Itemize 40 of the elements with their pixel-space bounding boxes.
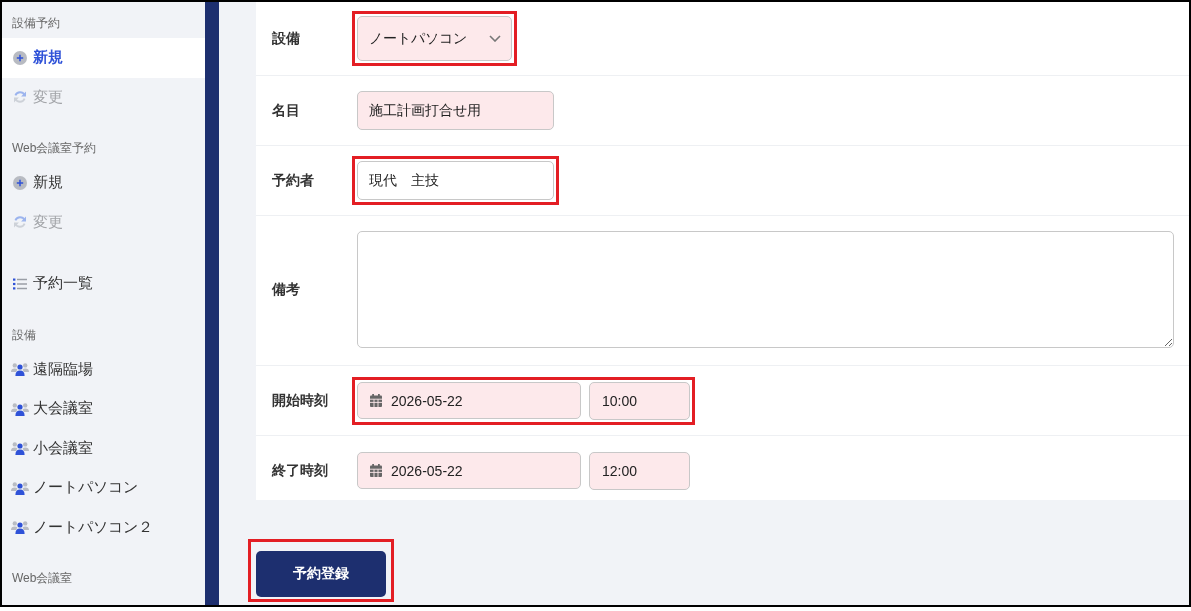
sidebar-heading: Web会議室 — [11, 570, 74, 587]
users-icon — [11, 362, 29, 377]
sidebar-item[interactable]: 小会議室 — [2, 428, 205, 468]
sidebar-item[interactable]: 新規 — [2, 163, 205, 203]
sidebar-item[interactable]: 新規 — [2, 38, 205, 78]
plus-circle-icon — [13, 50, 27, 65]
sidebar-item[interactable]: 予約一覧 — [2, 264, 205, 304]
plus-circle-icon — [13, 175, 27, 190]
sidebar-heading: 設備 — [11, 326, 37, 344]
text-field[interactable]: 施工計画打合せ用 — [357, 91, 554, 130]
calendar-icon — [370, 464, 382, 477]
field-label: 設備 — [272, 29, 301, 48]
select-field[interactable]: ノートパソコン — [357, 16, 512, 61]
users-icon — [11, 480, 29, 495]
sidebar-item[interactable]: 大会議室 — [2, 389, 205, 429]
time-field[interactable]: 12:00 — [589, 451, 690, 490]
calendar-icon — [370, 394, 382, 407]
text-area[interactable] — [357, 231, 1174, 348]
field-label: 開始時刻 — [272, 391, 329, 410]
users-icon — [11, 401, 29, 416]
users-icon — [11, 441, 29, 456]
sidebar-heading: 設備予約 — [11, 15, 61, 32]
time-field[interactable]: 10:00 — [589, 381, 690, 420]
date-field[interactable]: 2026-05-22 — [357, 452, 581, 489]
list-icon — [13, 277, 27, 290]
users-icon — [11, 520, 29, 535]
chevron-down-icon — [489, 35, 501, 42]
submit-button[interactable]: 予約登録 — [256, 551, 386, 597]
field-label: 名目 — [272, 101, 301, 120]
date-field[interactable]: 2026-05-22 — [357, 382, 581, 419]
field-label: 予約者 — [272, 171, 315, 190]
sidebar-item[interactable]: ノートパソコン — [2, 468, 205, 508]
sidebar-item[interactable]: ノートパソコン２ — [2, 507, 205, 547]
refresh-icon — [13, 90, 27, 105]
field-label: 備考 — [272, 280, 301, 299]
sidebar-item[interactable]: 遠隔臨場 — [2, 349, 205, 389]
field-label: 終了時刻 — [272, 461, 329, 480]
text-field[interactable]: 現代 主技 — [357, 161, 554, 200]
refresh-icon — [13, 215, 27, 230]
sidebar-heading: Web会議室予約 — [11, 140, 98, 157]
